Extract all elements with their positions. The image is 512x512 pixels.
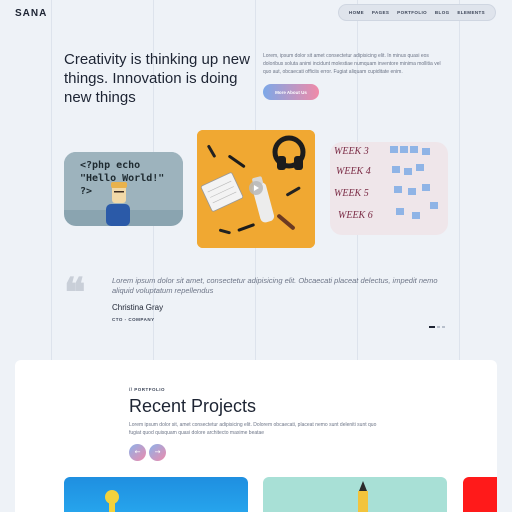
guide-line — [459, 0, 460, 360]
person-figure — [106, 182, 130, 226]
project-thumbnail — [358, 481, 368, 512]
week-label: WEEK 4 — [336, 166, 371, 177]
creative-tools-image — [197, 130, 315, 248]
brand-logo[interactable]: SANA — [15, 8, 47, 19]
project-card-blue[interactable] — [64, 477, 248, 512]
hero-text: Lorem, ipsum dolor sit amet consectetur … — [263, 53, 441, 75]
project-card-mint[interactable] — [263, 477, 447, 512]
week-board-image: WEEK 3 WEEK 4 WEEK 5 WEEK 6 — [330, 142, 448, 235]
testimonial-quote: Lorem ipsum dolor sit amet, consectetur … — [112, 276, 438, 295]
slider-dots — [429, 326, 445, 328]
slider-dot[interactable] — [442, 326, 445, 328]
more-about-us-button[interactable]: More About Us — [263, 84, 319, 100]
main-nav: HOME PAGES PORTFOLIO BLOG ELEMENTS — [338, 4, 496, 21]
code-image: <?php echo "Hello World!" ?> — [64, 152, 183, 226]
hero-title: Creativity is thinking up new things. In… — [64, 51, 250, 106]
guide-line — [51, 0, 52, 360]
nav-item-pages[interactable]: PAGES — [372, 10, 389, 15]
tools-illustration — [197, 130, 315, 248]
nav-item-portfolio[interactable]: PORTFOLIO — [397, 10, 427, 15]
prev-arrow-button[interactable]: ← — [129, 444, 146, 461]
nav-item-blog[interactable]: BLOG — [435, 10, 450, 15]
nav-item-home[interactable]: HOME — [349, 10, 364, 15]
portfolio-title: Recent Projects — [129, 396, 257, 416]
week-label: WEEK 6 — [338, 210, 373, 221]
next-arrow-button[interactable]: → — [149, 444, 166, 461]
project-card-red[interactable] — [463, 477, 497, 512]
testimonial-author-role: CTO - COMPANY — [112, 317, 155, 322]
quote-icon: ❝ — [64, 270, 86, 315]
slider-dot-active[interactable] — [429, 326, 435, 328]
portfolio-kicker: // PORTFOLIO — [129, 387, 165, 392]
project-thumbnail — [105, 490, 119, 512]
slider-dot[interactable] — [437, 326, 440, 328]
week-label: WEEK 3 — [334, 146, 369, 157]
testimonial-author-name: Christina Gray — [112, 303, 164, 312]
nav-item-elements[interactable]: ELEMENTS — [457, 10, 485, 15]
week-label: WEEK 5 — [334, 188, 369, 199]
portfolio-text: Lorem ipsum dolor sit, amet consectetur … — [129, 422, 377, 436]
